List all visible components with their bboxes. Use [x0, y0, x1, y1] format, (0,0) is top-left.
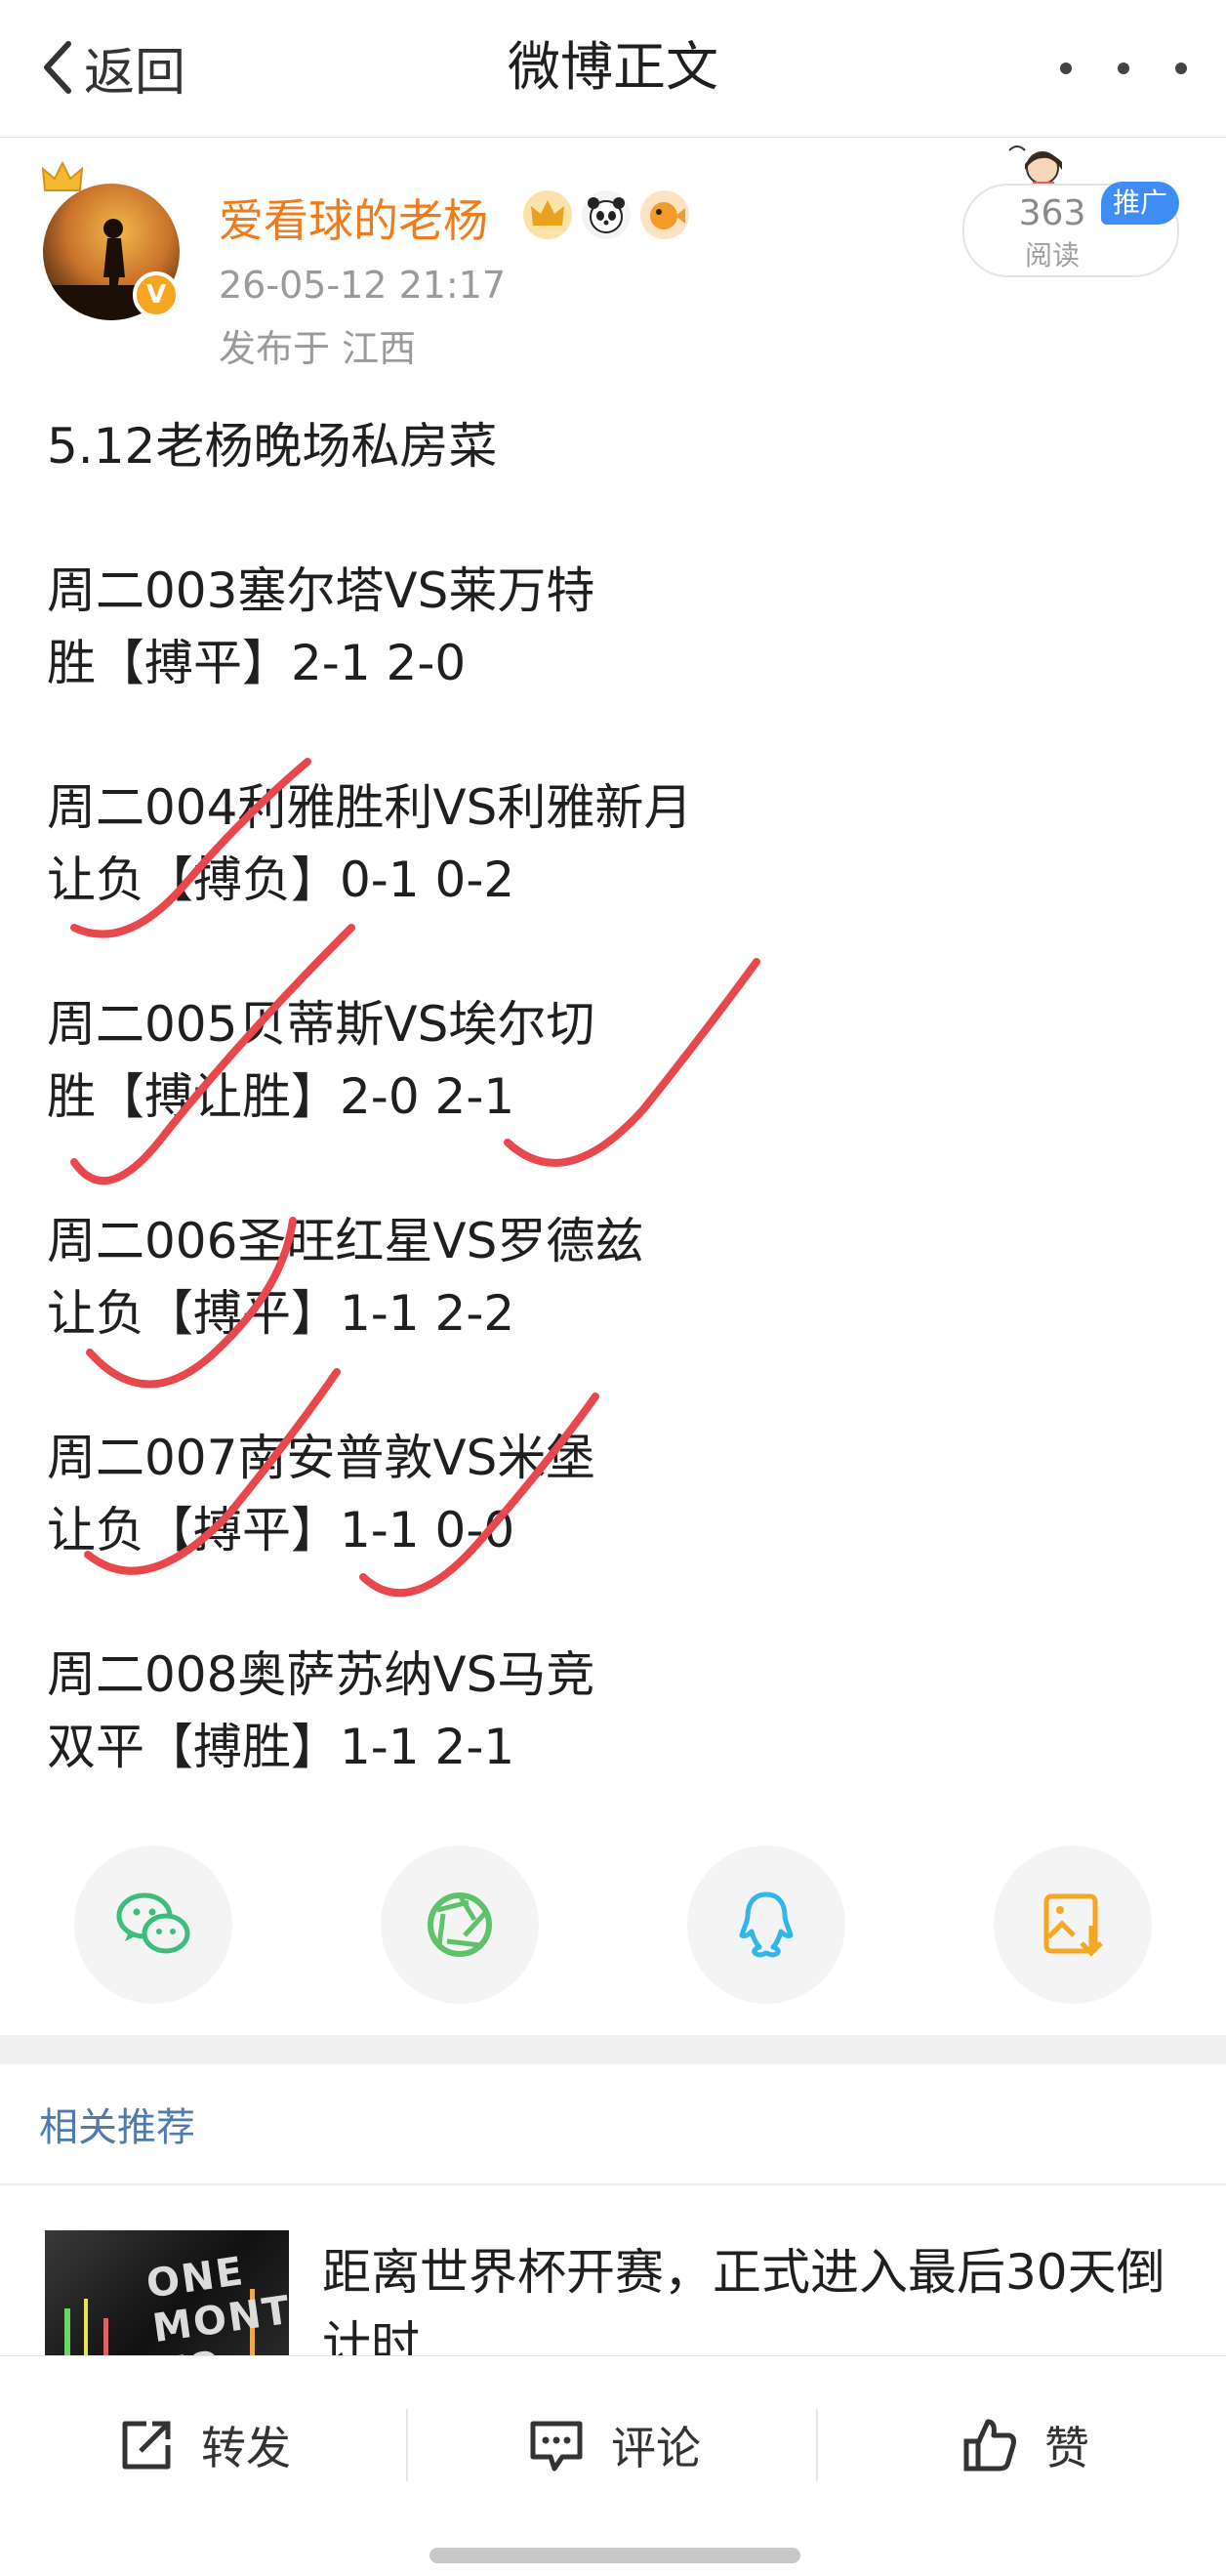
bottom-action-bar: 转发 评论 赞	[0, 2355, 1226, 2576]
home-indicator[interactable]	[429, 2548, 800, 2563]
match-title: 周二008奥萨苏纳VS马竞	[47, 1646, 595, 1703]
match-title: 周二005贝蒂斯VS埃尔切	[47, 996, 595, 1053]
match-title: 周二004利雅胜利VS利雅新月	[47, 779, 693, 836]
comment-label: 评论	[611, 2422, 701, 2474]
match-pick: 让负【搏平】1-1 0-0	[47, 1502, 515, 1558]
more-dot-icon	[1118, 62, 1129, 74]
more-options-button[interactable]	[1060, 39, 1187, 98]
comment-icon	[530, 2421, 583, 2472]
like-button[interactable]: 赞	[960, 2411, 1089, 2479]
moments-icon	[428, 1892, 492, 1957]
related-thumbnail[interactable]: ONE MONTH TO	[45, 2230, 289, 2367]
panda-badge-icon[interactable]	[582, 190, 631, 239]
divider	[0, 2183, 1226, 2185]
match-pick: 胜【搏让胜】2-0 2-1	[47, 1068, 515, 1125]
match-pick: 让负【搏负】0-1 0-2	[47, 852, 515, 908]
save-image-button[interactable]	[994, 1846, 1152, 2004]
verified-v-icon: V	[133, 271, 180, 318]
share-qq-button[interactable]	[687, 1846, 845, 2004]
match-title: 周二007南安普敦VS米堡	[47, 1430, 595, 1486]
read-label: 阅读	[1024, 239, 1080, 271]
like-label: 赞	[1044, 2422, 1089, 2474]
repost-button[interactable]: 转发	[117, 2411, 291, 2479]
promote-badge[interactable]: 推广	[1101, 182, 1179, 225]
match-pick: 胜【搏平】2-1 2-0	[47, 635, 467, 691]
post-body: 5.12老杨晚场私房菜 周二003塞尔塔VS莱万特 胜【搏平】2-1 2-0 周…	[47, 410, 1179, 1783]
match-pick: 双平【搏胜】1-1 2-1	[47, 1719, 515, 1775]
thumbs-up-icon	[963, 2419, 1016, 2472]
author-badges	[523, 190, 689, 239]
section-separator	[0, 2035, 1226, 2064]
qq-icon	[739, 1891, 794, 1958]
share-wechat-button[interactable]	[74, 1846, 232, 2004]
save-image-icon	[1043, 1893, 1103, 1957]
crown-badge-icon[interactable]	[523, 190, 572, 239]
post-location: 发布于 江西	[219, 327, 417, 370]
match-pick: 让负【搏平】1-1 2-2	[47, 1285, 515, 1342]
crown-icon	[41, 161, 84, 191]
post-headline: 5.12老杨晚场私房菜	[47, 418, 498, 475]
top-nav-bar: 返回 微博正文	[0, 0, 1226, 138]
related-section-title: 相关推荐	[39, 2105, 195, 2150]
repost-label: 转发	[201, 2422, 291, 2474]
match-title: 周二006圣旺红星VS罗德兹	[47, 1213, 644, 1269]
wechat-icon	[116, 1892, 190, 1954]
author-name[interactable]: 爱看球的老杨	[219, 186, 488, 250]
comment-button[interactable]: 评论	[527, 2411, 701, 2479]
share-moments-button[interactable]	[381, 1846, 539, 2004]
repost-icon	[122, 2421, 171, 2470]
match-title: 周二003塞尔塔VS莱万特	[47, 562, 595, 619]
page-title: 微博正文	[508, 36, 718, 98]
more-dot-icon	[1175, 62, 1187, 74]
post-timestamp: 26-05-12 21:17	[219, 264, 507, 307]
pufferfish-badge-icon[interactable]	[640, 190, 689, 239]
more-dot-icon	[1060, 62, 1072, 74]
